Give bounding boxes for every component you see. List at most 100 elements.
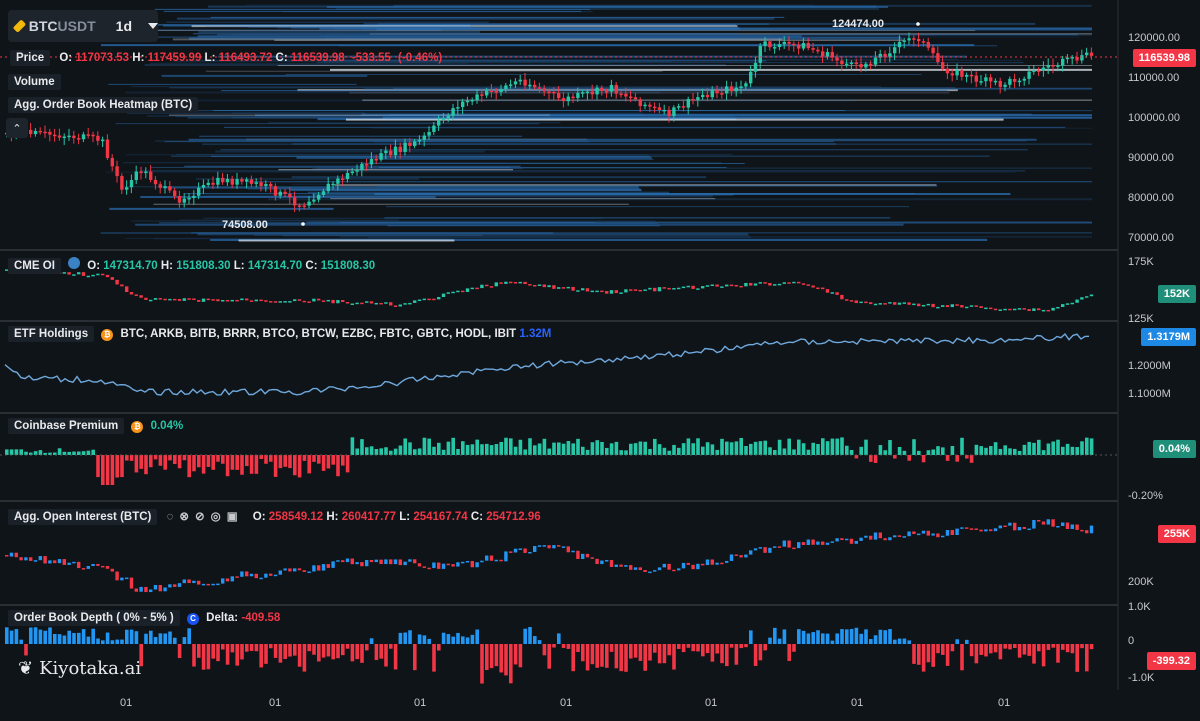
order-book-depth-bar [893, 639, 897, 644]
cme-oi-candle [1085, 296, 1089, 298]
coinbase-current-tag: 0.04% [1152, 440, 1196, 458]
coinbase-premium-bar [139, 455, 143, 469]
price-candle [557, 93, 561, 99]
cme-oi-candle [873, 303, 878, 306]
cme-oi-candle [547, 285, 551, 288]
cme-oi-candle [960, 305, 964, 308]
depth-label[interactable]: Order Book Depth ( 0% - 5% ) [8, 610, 180, 626]
price-legend-label[interactable]: Price [10, 50, 51, 66]
coinbase-premium-bar [240, 455, 244, 475]
agg-oi-candle [408, 559, 412, 562]
coinbase-premium-bar [9, 449, 14, 455]
agg-oi-open: 258549.12 [268, 511, 324, 523]
agg-oi-candle [672, 569, 676, 572]
order-book-depth-bar [177, 644, 182, 659]
coinbase-premium-bar [201, 455, 206, 474]
etf-label[interactable]: ETF Holdings [8, 326, 95, 342]
order-book-depth-bar [1027, 644, 1031, 656]
price-candle [139, 171, 143, 174]
agg-oi-candle [758, 547, 762, 549]
agg-oi-candle [537, 545, 542, 547]
coinbase-premium-bar [720, 438, 724, 455]
cme-oi-candle [408, 302, 412, 305]
agg-oi-candle [965, 527, 969, 529]
cme-oi-candle [619, 292, 623, 294]
agg-oi-candle [245, 571, 249, 577]
agg-oi-candle [773, 546, 777, 548]
cme-oi-candle [465, 288, 470, 292]
price-candle [48, 131, 52, 135]
order-book-depth-bar [835, 633, 839, 644]
coinbase-premium-bar [254, 455, 259, 474]
order-book-depth-bar [1041, 644, 1046, 667]
price-candle [1022, 78, 1026, 81]
price-candle [43, 131, 47, 134]
cme-oi-candle [125, 286, 129, 293]
chevron-down-icon[interactable] [148, 23, 158, 29]
cme-oi-label[interactable]: CME OI [8, 258, 61, 274]
symbol-selector[interactable]: BTCUSDT 1d [8, 10, 158, 42]
agg-oi-candle [1051, 519, 1055, 527]
price-candle [897, 41, 902, 48]
cme-oi-candle [864, 301, 868, 304]
agg-oi-candle [993, 528, 998, 532]
order-book-depth-bar [24, 644, 28, 656]
price-candle [686, 99, 690, 108]
order-book-depth-bar [825, 633, 830, 644]
agg-oi-candle [1027, 528, 1031, 531]
etf-tickers: BTC, ARKB, BITB, BRRR, BTCO, BTCW, EZBC,… [120, 328, 517, 340]
heatmap-indicator[interactable]: Agg. Order Book Heatmap (BTC) [8, 97, 199, 113]
order-book-depth-bar [969, 644, 974, 657]
agg-oi-candle [888, 537, 892, 541]
coinbase-premium-bar [1008, 448, 1012, 455]
cme-oi-candle [902, 302, 906, 304]
order-book-depth-bar [321, 644, 326, 658]
coinbase-premium-bar [72, 451, 76, 455]
cme-oi-candle [542, 284, 546, 288]
coinbase-label[interactable]: Coinbase Premium [8, 418, 125, 434]
price-candle [360, 163, 364, 171]
price-candle [638, 99, 642, 106]
cme-oi-candle [782, 282, 786, 284]
agg-oi-candle [129, 577, 134, 589]
agg-oi-candle [744, 554, 748, 558]
order-book-depth-bar [926, 644, 931, 663]
cme-oi-candle [509, 281, 513, 284]
price-candle [1056, 65, 1060, 67]
symbol-base: BTC [28, 18, 58, 34]
agg-oi-candle [1089, 525, 1094, 534]
order-book-depth-bar [576, 644, 580, 653]
order-book-depth-bar [523, 628, 527, 644]
order-book-depth-bar [936, 644, 940, 654]
order-book-depth-bar [91, 628, 95, 644]
coinbase-premium-bar [806, 449, 811, 455]
coinbase-premium-bar [485, 443, 489, 455]
collapse-legend-button[interactable]: ⌃ [6, 118, 28, 138]
cme-oi-candle [590, 290, 594, 293]
order-book-depth-bar [1056, 644, 1060, 663]
order-book-depth-bar [533, 636, 537, 644]
agg-oi-candle [720, 562, 724, 565]
globe-icon [68, 257, 81, 269]
cme-oi-candle [302, 300, 306, 303]
order-book-depth-bar [600, 644, 604, 667]
order-book-depth-bar [504, 644, 508, 676]
price-candle [441, 118, 446, 120]
coinbase-premium-bar [768, 447, 772, 455]
order-book-depth-bar [369, 638, 374, 644]
coinbase-legend: Coinbase Premium ₿ 0.04% [8, 418, 183, 434]
delta-label: Delta: [206, 612, 239, 624]
x-axis-tick: 01 [998, 697, 1011, 709]
coinbase-premium-bar [182, 455, 187, 461]
volume-indicator[interactable]: Volume [8, 74, 61, 90]
agg-oi-candle [753, 548, 758, 551]
coinbase-premium-bar [984, 447, 988, 455]
price-candle [350, 171, 354, 174]
agg-oi-candle [931, 533, 935, 536]
agg-oi-label[interactable]: Agg. Open Interest (BTC) [8, 509, 158, 525]
agg-oi-candle [9, 552, 14, 557]
agg-oi-candle [1075, 524, 1079, 530]
price-candle [336, 178, 340, 184]
order-book-depth-bar [379, 644, 383, 659]
order-book-depth-bar [595, 644, 599, 668]
